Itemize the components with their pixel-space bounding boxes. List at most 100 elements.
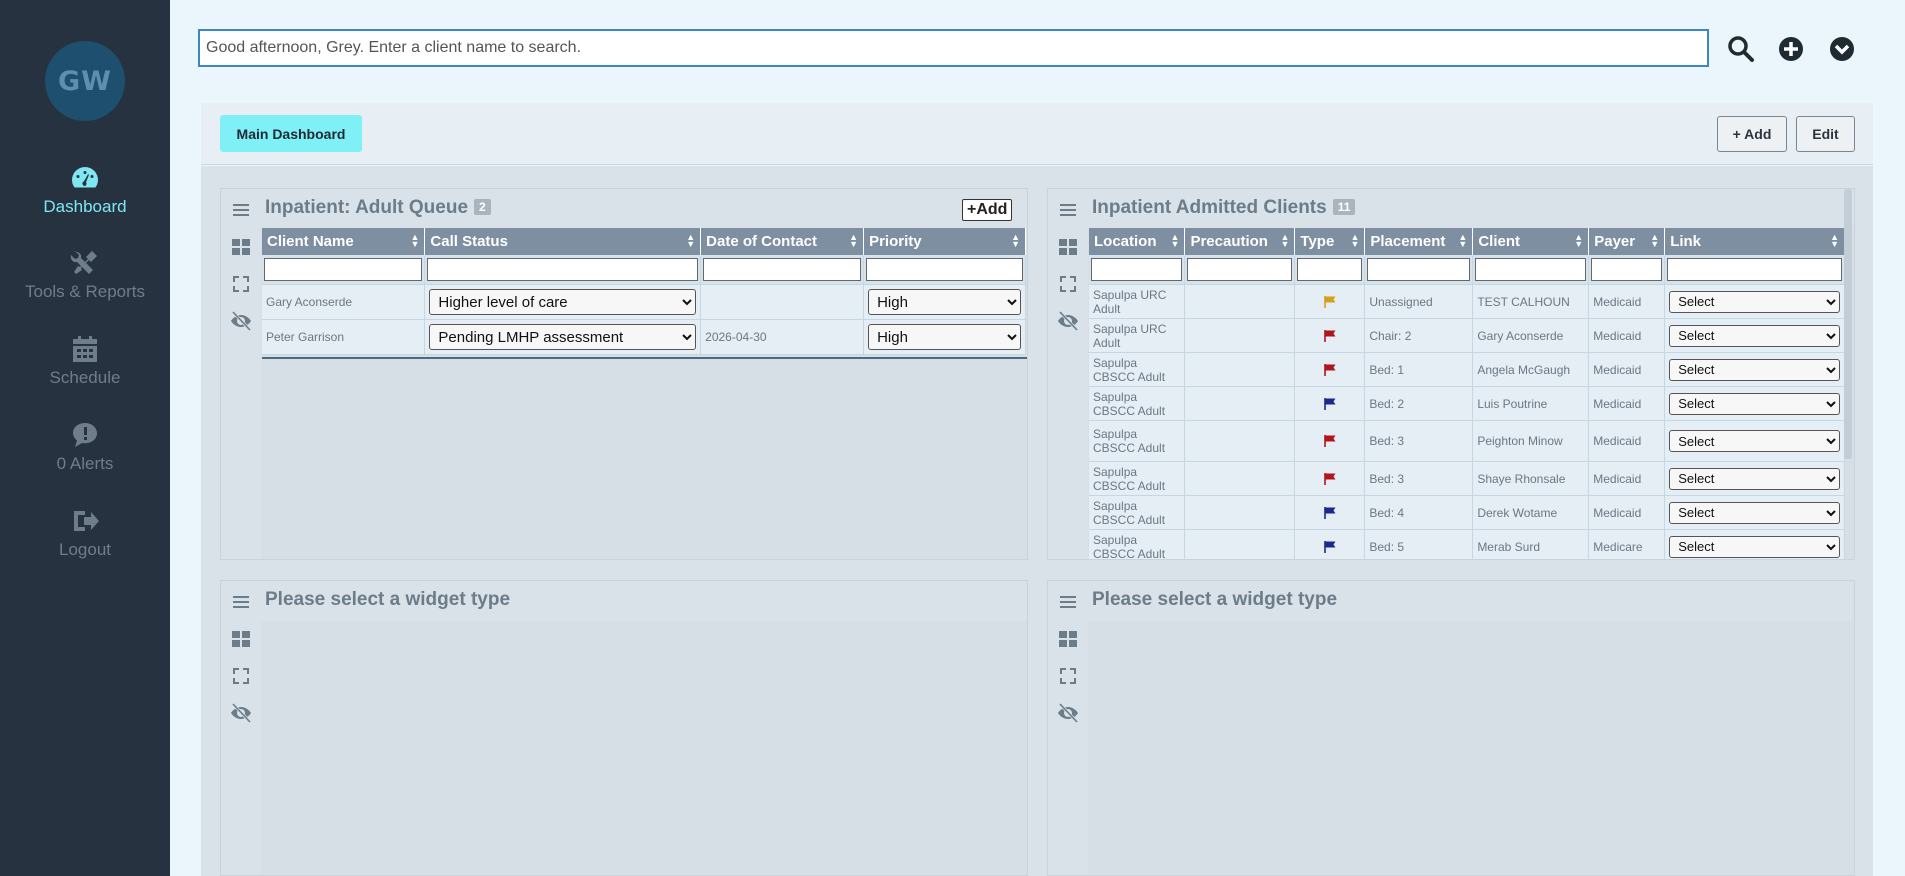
table-row[interactable]: Sapulpa CBSCC Adult Bed: 5 Merab Surd Medic…	[1089, 529, 1845, 559]
expand-icon[interactable]	[230, 273, 252, 295]
link-select[interactable]: Select	[1669, 535, 1840, 558]
search-icon[interactable]	[1727, 35, 1755, 63]
col-client-name[interactable]: Client Name ▲ ▼	[262, 228, 426, 255]
col-type[interactable]: Type ▲ ▼	[1294, 228, 1366, 255]
filter-location[interactable]	[1091, 258, 1183, 281]
filter-date[interactable]	[703, 258, 862, 281]
avatar[interactable]: GW	[45, 41, 125, 121]
col-link-label: Link	[1670, 233, 1702, 250]
scrollbar[interactable]	[1844, 189, 1852, 459]
link-select[interactable]: Select	[1669, 290, 1840, 313]
expand-icon[interactable]	[230, 665, 252, 687]
col-location[interactable]: Location ▲ ▼	[1089, 228, 1186, 255]
col-link[interactable]: Link ▲ ▼	[1664, 228, 1845, 255]
flag-icon	[1324, 435, 1336, 447]
filter-link[interactable]	[1667, 258, 1842, 281]
hide-eye-icon[interactable]	[1057, 702, 1079, 724]
client-cell[interactable]: Merab Surd	[1472, 529, 1590, 559]
queue-add-button[interactable]: +Add	[962, 199, 1013, 221]
menu-icon[interactable]	[230, 199, 252, 221]
flag-icon	[1324, 506, 1336, 519]
client-name-cell[interactable]: Peter Garrison	[262, 319, 426, 355]
hide-eye-icon[interactable]	[1057, 310, 1079, 332]
link-cell: Select	[1664, 318, 1845, 353]
nav-tools-reports[interactable]: Tools & Reports	[0, 248, 170, 302]
precaution-cell	[1184, 352, 1296, 387]
empty-widget-right: Please select a widget type	[1047, 580, 1855, 876]
filter-call-status[interactable]	[427, 258, 699, 281]
client-search-input[interactable]	[198, 29, 1709, 67]
table-row[interactable]: Sapulpa CBSCC Adult Bed: 1 Angela McGaugh M…	[1089, 352, 1845, 387]
col-priority[interactable]: Priority ▲ ▼	[863, 228, 1026, 255]
table-row[interactable]: Peter Garrison Pending LMHP assessment 2…	[262, 319, 1026, 355]
filter-client[interactable]	[1475, 258, 1587, 281]
widget-grid-icon[interactable]	[230, 236, 252, 258]
add-widget-button[interactable]: + Add	[1717, 116, 1787, 152]
client-cell[interactable]: Derek Wotame	[1472, 495, 1590, 530]
table-row[interactable]: Sapulpa CBSCC Adult Bed: 3 Peighton Minow M…	[1089, 420, 1845, 462]
col-precaution[interactable]: Precaution ▲ ▼	[1184, 228, 1296, 255]
table-row[interactable]: Sapulpa CBSCC Adult Bed: 4 Derek Wotame Med…	[1089, 495, 1845, 530]
hide-eye-icon[interactable]	[230, 310, 252, 332]
hide-eye-icon[interactable]	[230, 702, 252, 724]
calendar-icon	[0, 334, 170, 364]
widget-grid-icon[interactable]	[230, 628, 252, 650]
nav-logout[interactable]: Logout	[0, 506, 170, 560]
link-select[interactable]: Select	[1669, 501, 1840, 524]
menu-icon[interactable]	[1057, 591, 1079, 613]
client-cell[interactable]: Angela McGaugh	[1472, 352, 1590, 387]
table-row[interactable]: Sapulpa URC Adult Unassigned TEST CALHOUN M…	[1089, 284, 1845, 319]
nav-logout-label: Logout	[59, 540, 111, 559]
priority-select[interactable]: High	[868, 324, 1021, 350]
link-select[interactable]: Select	[1669, 467, 1840, 490]
link-select[interactable]: Select	[1669, 392, 1840, 415]
call-status-select[interactable]: Higher level of care	[429, 289, 697, 315]
col-client[interactable]: Client ▲ ▼	[1472, 228, 1590, 255]
table-row[interactable]: Sapulpa CBSCC Adult Bed: 2 Luis Poutrine Me…	[1089, 386, 1845, 421]
client-cell[interactable]: Gary Aconserde	[1472, 318, 1590, 353]
col-type-label: Type	[1300, 233, 1335, 250]
menu-icon[interactable]	[230, 591, 252, 613]
filter-payer[interactable]	[1591, 258, 1663, 281]
table-row[interactable]: Sapulpa CBSCC Adult Bed: 3 Shaye Rhonsale M…	[1089, 461, 1845, 496]
nav-schedule[interactable]: Schedule	[0, 334, 170, 388]
call-status-select[interactable]: Pending LMHP assessment	[429, 324, 697, 350]
col-location-label: Location	[1094, 233, 1157, 250]
sort-icon: ▲ ▼	[410, 232, 420, 249]
filter-precaution[interactable]	[1187, 258, 1293, 281]
col-date-of-contact[interactable]: Date of Contact ▲ ▼	[700, 228, 865, 255]
client-cell[interactable]: Luis Poutrine	[1472, 386, 1590, 421]
client-cell[interactable]: TEST CALHOUN	[1472, 284, 1590, 319]
filter-type[interactable]	[1297, 258, 1363, 281]
chevron-down-circle-icon[interactable]	[1828, 35, 1856, 63]
expand-icon[interactable]	[1057, 665, 1079, 687]
date-cell	[700, 284, 865, 320]
widget-grid-icon[interactable]	[1057, 628, 1079, 650]
nav-alerts[interactable]: 0 Alerts	[0, 420, 170, 474]
expand-icon[interactable]	[1057, 273, 1079, 295]
priority-select[interactable]: High	[868, 289, 1021, 315]
filter-client-name[interactable]	[264, 258, 423, 281]
add-circle-icon[interactable]	[1777, 35, 1805, 63]
menu-icon[interactable]	[1057, 199, 1079, 221]
edit-dashboard-button[interactable]: Edit	[1796, 116, 1855, 152]
table-row[interactable]: Gary Aconserde Higher level of care High	[262, 284, 1026, 320]
table-row[interactable]: Sapulpa URC Adult Chair: 2 Gary Aconserde M…	[1089, 318, 1845, 353]
link-select[interactable]: Select	[1669, 430, 1840, 452]
client-cell[interactable]: Peighton Minow	[1472, 420, 1590, 462]
payer-cell: Medicaid	[1588, 352, 1666, 387]
col-placement[interactable]: Placement ▲ ▼	[1364, 228, 1474, 255]
client-cell[interactable]: Shaye Rhonsale	[1472, 461, 1590, 496]
nav-dashboard[interactable]: Dashboard	[0, 163, 170, 217]
col-call-status[interactable]: Call Status ▲ ▼	[424, 228, 702, 255]
location-cell: Sapulpa CBSCC Adult	[1089, 461, 1186, 496]
main-dashboard-button[interactable]: Main Dashboard	[220, 115, 362, 152]
link-select[interactable]: Select	[1669, 358, 1840, 381]
client-name-cell[interactable]: Gary Aconserde	[262, 284, 426, 320]
filter-priority[interactable]	[866, 258, 1023, 281]
widget-grid-icon[interactable]	[1057, 236, 1079, 258]
col-payer[interactable]: Payer ▲ ▼	[1588, 228, 1666, 255]
link-select[interactable]: Select	[1669, 324, 1840, 347]
filter-placement[interactable]	[1367, 258, 1471, 281]
type-cell	[1294, 318, 1366, 353]
